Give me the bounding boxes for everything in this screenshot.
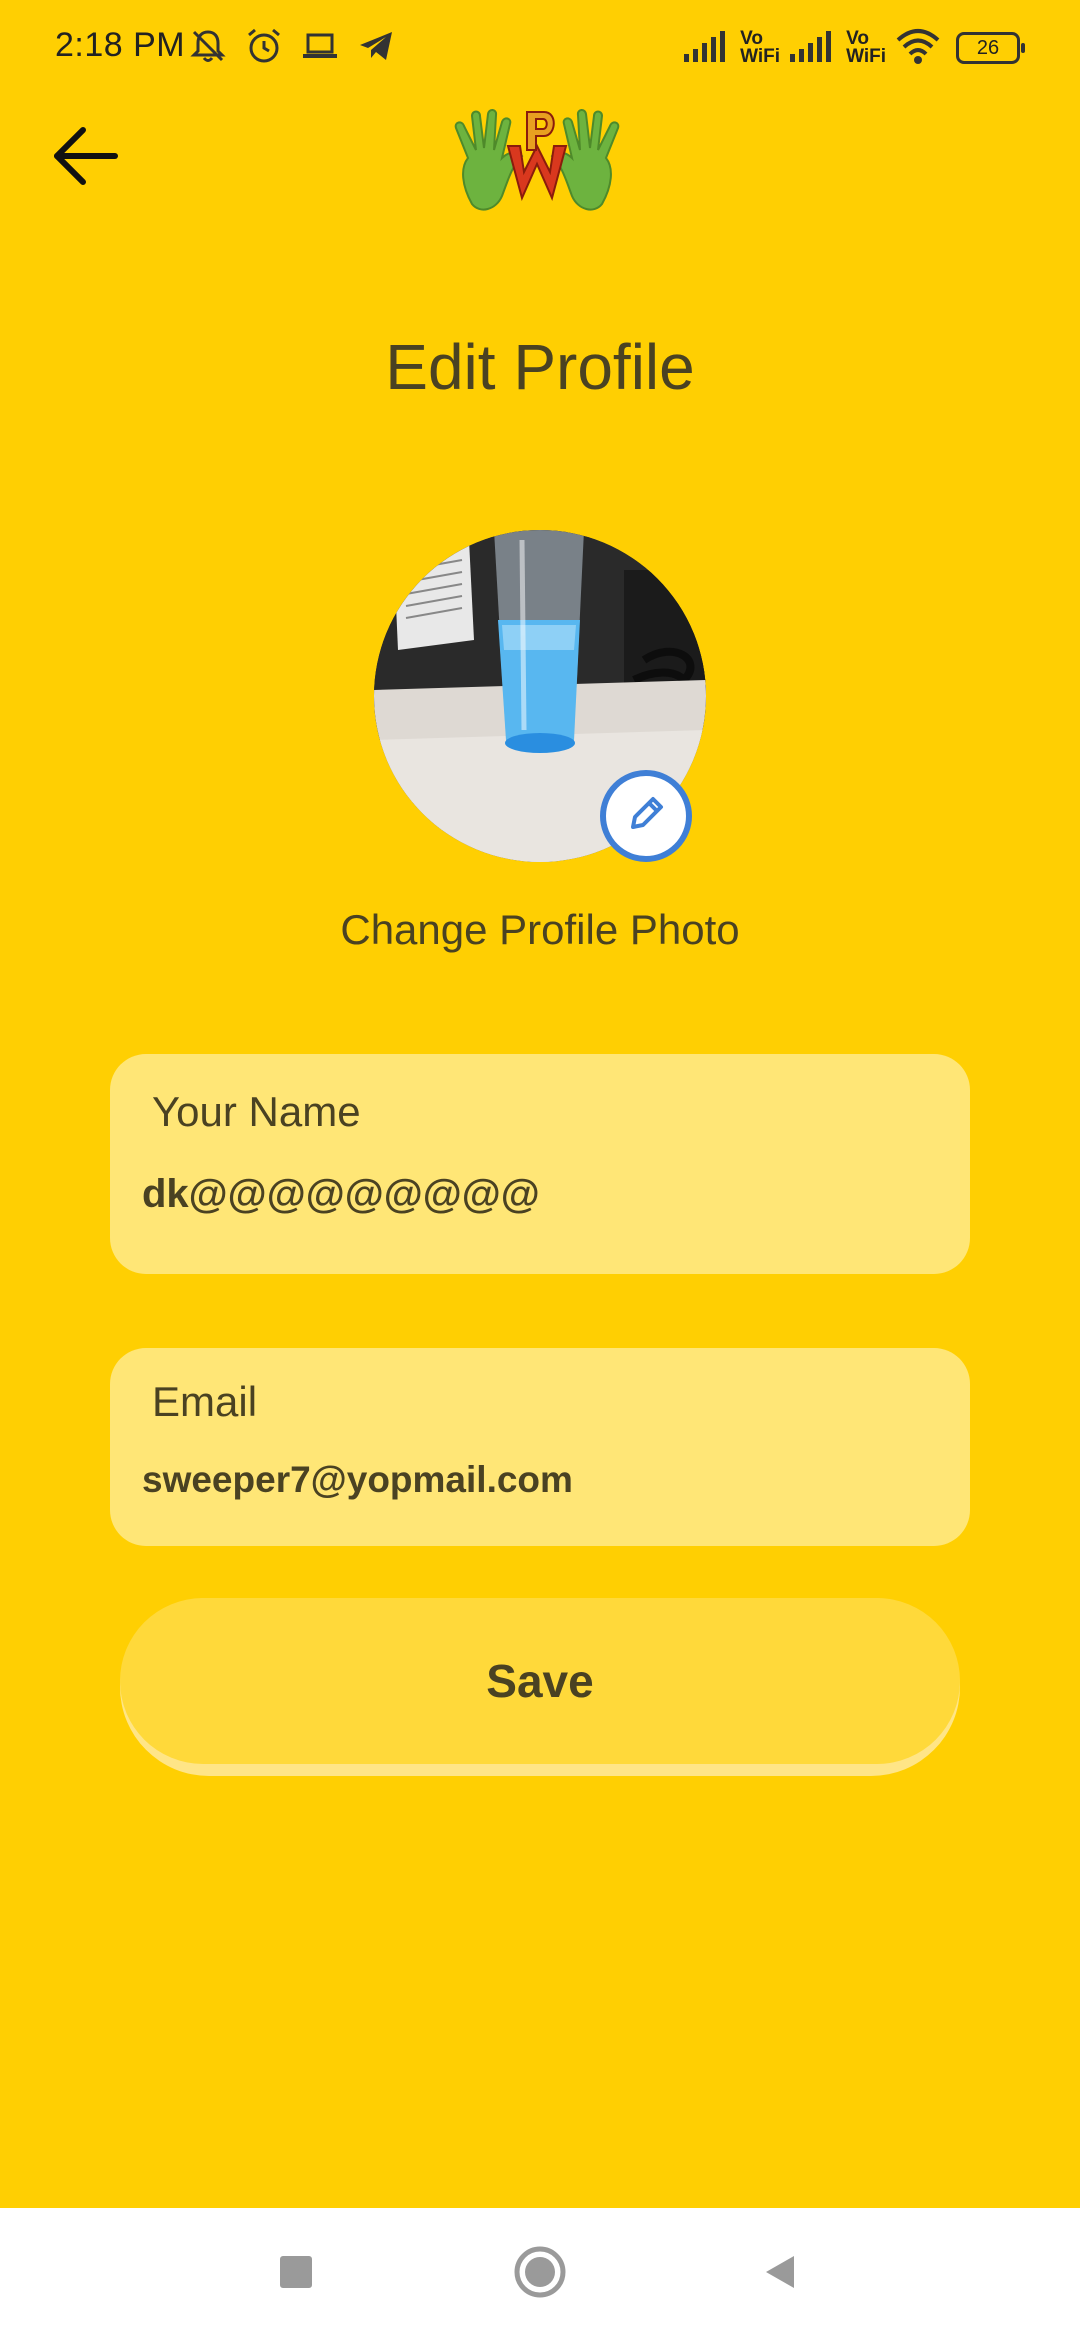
app-logo bbox=[442, 106, 632, 218]
muted-notifications-icon bbox=[188, 26, 228, 71]
alarm-icon bbox=[244, 26, 284, 71]
save-button[interactable]: Save bbox=[120, 1598, 960, 1776]
name-input[interactable] bbox=[142, 1166, 932, 1222]
name-field[interactable]: Your Name bbox=[110, 1054, 970, 1274]
status-time: 2:18 PM bbox=[55, 26, 186, 64]
nav-home-button[interactable] bbox=[502, 2236, 578, 2312]
pencil-icon bbox=[623, 791, 669, 842]
laptop-icon bbox=[300, 26, 340, 71]
edit-profile-screen: 2:18 PM Vo WiFi Vo WiFi 26 Edit Profile … bbox=[0, 0, 1080, 2208]
signal-icon bbox=[682, 28, 732, 69]
change-profile-photo-link[interactable]: Change Profile Photo bbox=[0, 906, 1080, 954]
save-button-face: Save bbox=[120, 1598, 960, 1764]
back-button[interactable] bbox=[40, 118, 130, 198]
email-input[interactable] bbox=[142, 1454, 932, 1506]
nav-recents-button[interactable] bbox=[258, 2236, 334, 2312]
nav-back-button[interactable] bbox=[742, 2236, 818, 2312]
status-bar: 2:18 PM Vo WiFi Vo WiFi 26 bbox=[0, 0, 1080, 96]
edit-photo-button[interactable] bbox=[600, 770, 692, 862]
status-right-icons: Vo WiFi Vo WiFi 26 bbox=[682, 24, 1025, 72]
save-button-label: Save bbox=[486, 1655, 594, 1707]
vowifi-label-2: Vo WiFi bbox=[846, 28, 886, 67]
name-field-label: Your Name bbox=[152, 1088, 361, 1135]
system-nav-bar bbox=[0, 2208, 1080, 2340]
wifi-icon bbox=[894, 26, 942, 71]
status-left-icons bbox=[188, 26, 396, 70]
email-field[interactable]: Email bbox=[110, 1348, 970, 1546]
arrow-back-icon bbox=[49, 124, 121, 193]
home-circle-icon bbox=[512, 2244, 568, 2305]
recents-square-icon bbox=[276, 2252, 316, 2297]
vowifi-label-1: Vo WiFi bbox=[740, 28, 781, 67]
page-title: Edit Profile bbox=[385, 331, 695, 403]
telegram-icon bbox=[356, 26, 396, 71]
battery-indicator: 26 bbox=[956, 32, 1025, 64]
email-field-label: Email bbox=[152, 1378, 258, 1425]
back-triangle-icon bbox=[760, 2252, 800, 2297]
signal-icon-2 bbox=[788, 28, 838, 69]
